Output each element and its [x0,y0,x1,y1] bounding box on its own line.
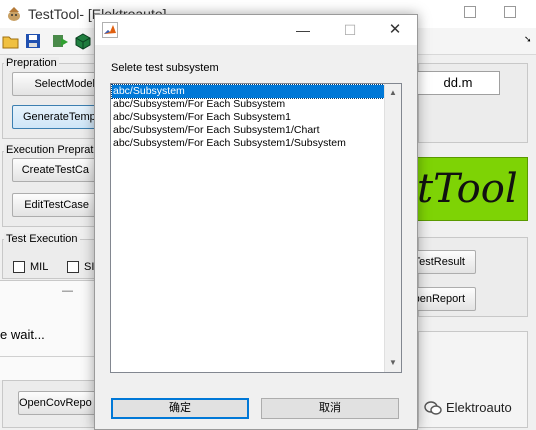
logo-banner: tTool [416,157,528,221]
open-folder-icon[interactable] [2,32,20,50]
scroll-up-arrow-icon[interactable]: ▲ [385,84,401,101]
cancel-button[interactable]: 取消 [261,398,399,419]
generate-template-button[interactable]: GenerateTempl [12,105,102,129]
select-model-button[interactable]: SelectModel [12,72,106,96]
dialog-minimize-button[interactable]: — [288,20,318,40]
matlab-icon [102,22,118,38]
mil-checkbox[interactable] [13,261,25,273]
progress-text: e wait... [0,327,45,342]
watermark-text: Elektroauto [446,400,512,415]
test-execution-title: Test Execution [4,233,80,245]
list-item[interactable]: abc/Subsystem/For Each Subsystem [112,98,384,111]
list-item[interactable]: abc/Subsystem/For Each Subsystem1 [112,111,384,124]
list-item[interactable]: abc/Subsystem/For Each Subsystem1/Subsys… [112,137,384,150]
scroll-down-arrow-icon[interactable]: ▼ [385,354,401,371]
app-logo-icon [6,6,22,22]
dialog-prompt: Selete test subsystem [111,62,219,74]
save-icon[interactable] [24,32,42,50]
dialog-titlebar: — ☐ ✕ [95,15,417,45]
toolbar-overflow-icon[interactable]: ➘ [524,34,532,45]
progress-divider [0,356,98,357]
subsystem-listbox[interactable]: abc/Subsystem abc/Subsystem/For Each Sub… [110,83,402,373]
prepration-title: Prepration [4,57,59,69]
test-execution-panel [2,239,98,279]
mil-label: MIL [30,261,49,273]
model-cube-icon[interactable] [74,32,92,50]
open-cov-report-button[interactable]: OpenCovRepo [18,391,100,415]
progress-window: — e wait... [0,280,98,380]
logo-text: tTool [417,166,518,212]
dialog-close-button[interactable]: ✕ [380,20,410,40]
main-maximize-button[interactable] [504,6,516,18]
edit-test-case-button[interactable]: EditTestCase [12,193,100,217]
main-minimize-button[interactable] [464,6,476,18]
select-subsystem-dialog: — ☐ ✕ Selete test subsystem abc/Subsyste… [94,14,418,430]
sil-checkbox[interactable] [67,261,79,273]
wechat-icon [424,400,442,416]
run-icon[interactable] [52,32,70,50]
dialog-maximize-button[interactable]: ☐ [335,20,365,40]
list-item[interactable]: abc/Subsystem [111,84,385,99]
list-scrollbar[interactable]: ▲ ▼ [384,84,401,372]
model-file-field[interactable]: dd.m [416,71,500,95]
list-item[interactable]: abc/Subsystem/For Each Subsystem1/Chart [112,124,384,137]
progress-minimize-button[interactable]: — [62,285,73,297]
sil-label: SI [84,261,95,273]
ok-button[interactable]: 确定 [111,398,249,419]
create-test-case-button[interactable]: CreateTestCa [12,158,100,182]
